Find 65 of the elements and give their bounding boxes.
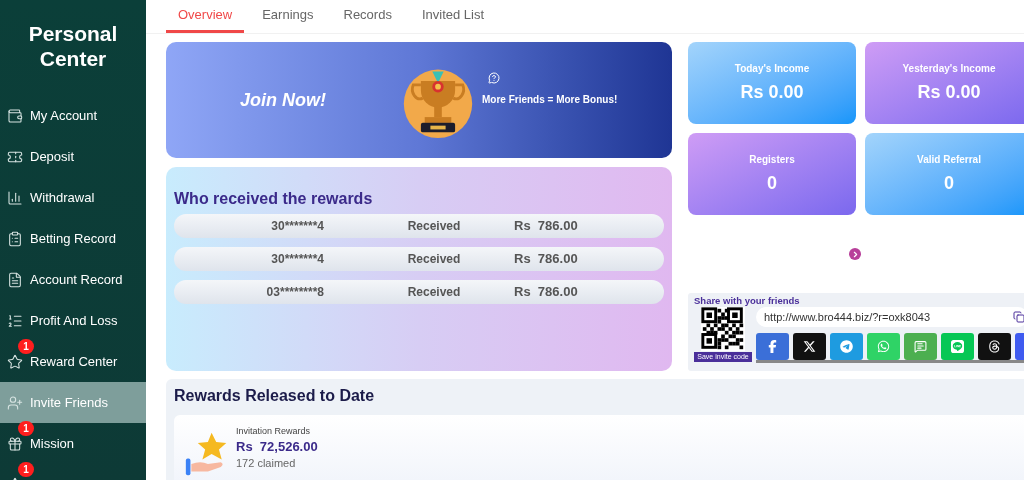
list-icon [7,312,23,329]
rewards-card-title: Who received the rewards [174,189,374,209]
amount-text: Rs 786.00 [514,217,579,236]
qr-code [701,307,745,351]
sidebar-item[interactable]: Withdrawal [0,177,146,218]
banner-title: Join Now! [239,88,327,112]
stat-value: 0 [767,171,777,195]
user-id: 03********8 [266,284,325,301]
banner-subtitle: More Friends = More Bonus! [482,92,618,107]
stat-label: Yesterday's Income [902,61,996,76]
sidebar-item[interactable]: Betting Record [0,218,146,259]
star-icon [7,353,23,370]
notification-badge: 1 [18,462,34,477]
notification-badge: 1 [18,421,34,436]
status-text: Received [406,251,461,268]
sidebar-item[interactable]: Deposit [0,136,146,177]
document-icon [7,271,23,288]
chat-bubble-icon [951,340,964,353]
claimed-count: 172 claimed [236,457,297,470]
chart-icon [7,189,23,206]
share-button[interactable] [793,333,826,360]
at-sign-icon [988,340,1001,353]
sidebar-title: Personal Center [27,21,119,72]
gift-icon [7,435,23,452]
tab[interactable]: Invited List [409,0,497,33]
facebook-icon [766,340,779,353]
user-id: 30*******4 [271,251,325,268]
tab[interactable]: Records [331,0,404,33]
amount-text: Rs 786.00 [514,250,579,269]
clipboard-icon [7,230,23,247]
stat-label: Today's Income [734,61,810,76]
sidebar-item[interactable]: 1 [0,464,146,480]
wallet-icon [7,107,23,124]
status-text: Received [406,218,461,235]
status-text: Received [406,284,461,301]
help-icon[interactable] [488,71,500,84]
stat-label: Registers [749,152,795,167]
stat-value: Rs 0.00 [740,80,804,104]
released-title: Rewards Released to Date [174,386,376,406]
stat-value: Rs 0.00 [917,80,981,104]
add-user-icon [7,394,23,411]
invite-link: http://www.bro444.biz/?r=oxk8043 [764,309,930,325]
reward-label: Invitation Rewards [236,425,312,437]
user-id: 30*******4 [271,218,325,235]
phone-bubble-icon [877,340,890,353]
sidebar-item[interactable]: Mission 1 [0,423,146,464]
link-field[interactable]: http://www.bro444.biz/?r=oxk8043 [756,307,1024,327]
sidebar-item[interactable]: Profit And Loss [0,300,146,341]
next-button[interactable] [849,248,861,260]
sidebar-item[interactable]: Reward Center 1 [0,341,146,382]
copy-icon[interactable] [1013,311,1024,323]
reward-amount: Rs 72,526.00 [236,438,318,456]
notification-badge: 1 [18,339,34,354]
tab[interactable]: Earnings [250,0,326,33]
message-icon [914,340,927,353]
share-title: Share with your friends [694,295,801,307]
stat-value: 0 [944,171,954,195]
x-icon [803,340,816,353]
share-button[interactable] [978,333,1011,360]
paper-plane-icon [840,340,853,353]
stat-label: Valid Referral [917,152,981,167]
tab[interactable]: Overview [166,0,245,33]
sidebar-item[interactable]: Account Record [0,259,146,300]
sidebar-item[interactable]: My Account [0,95,146,136]
amount-text: Rs 786.00 [514,283,579,302]
